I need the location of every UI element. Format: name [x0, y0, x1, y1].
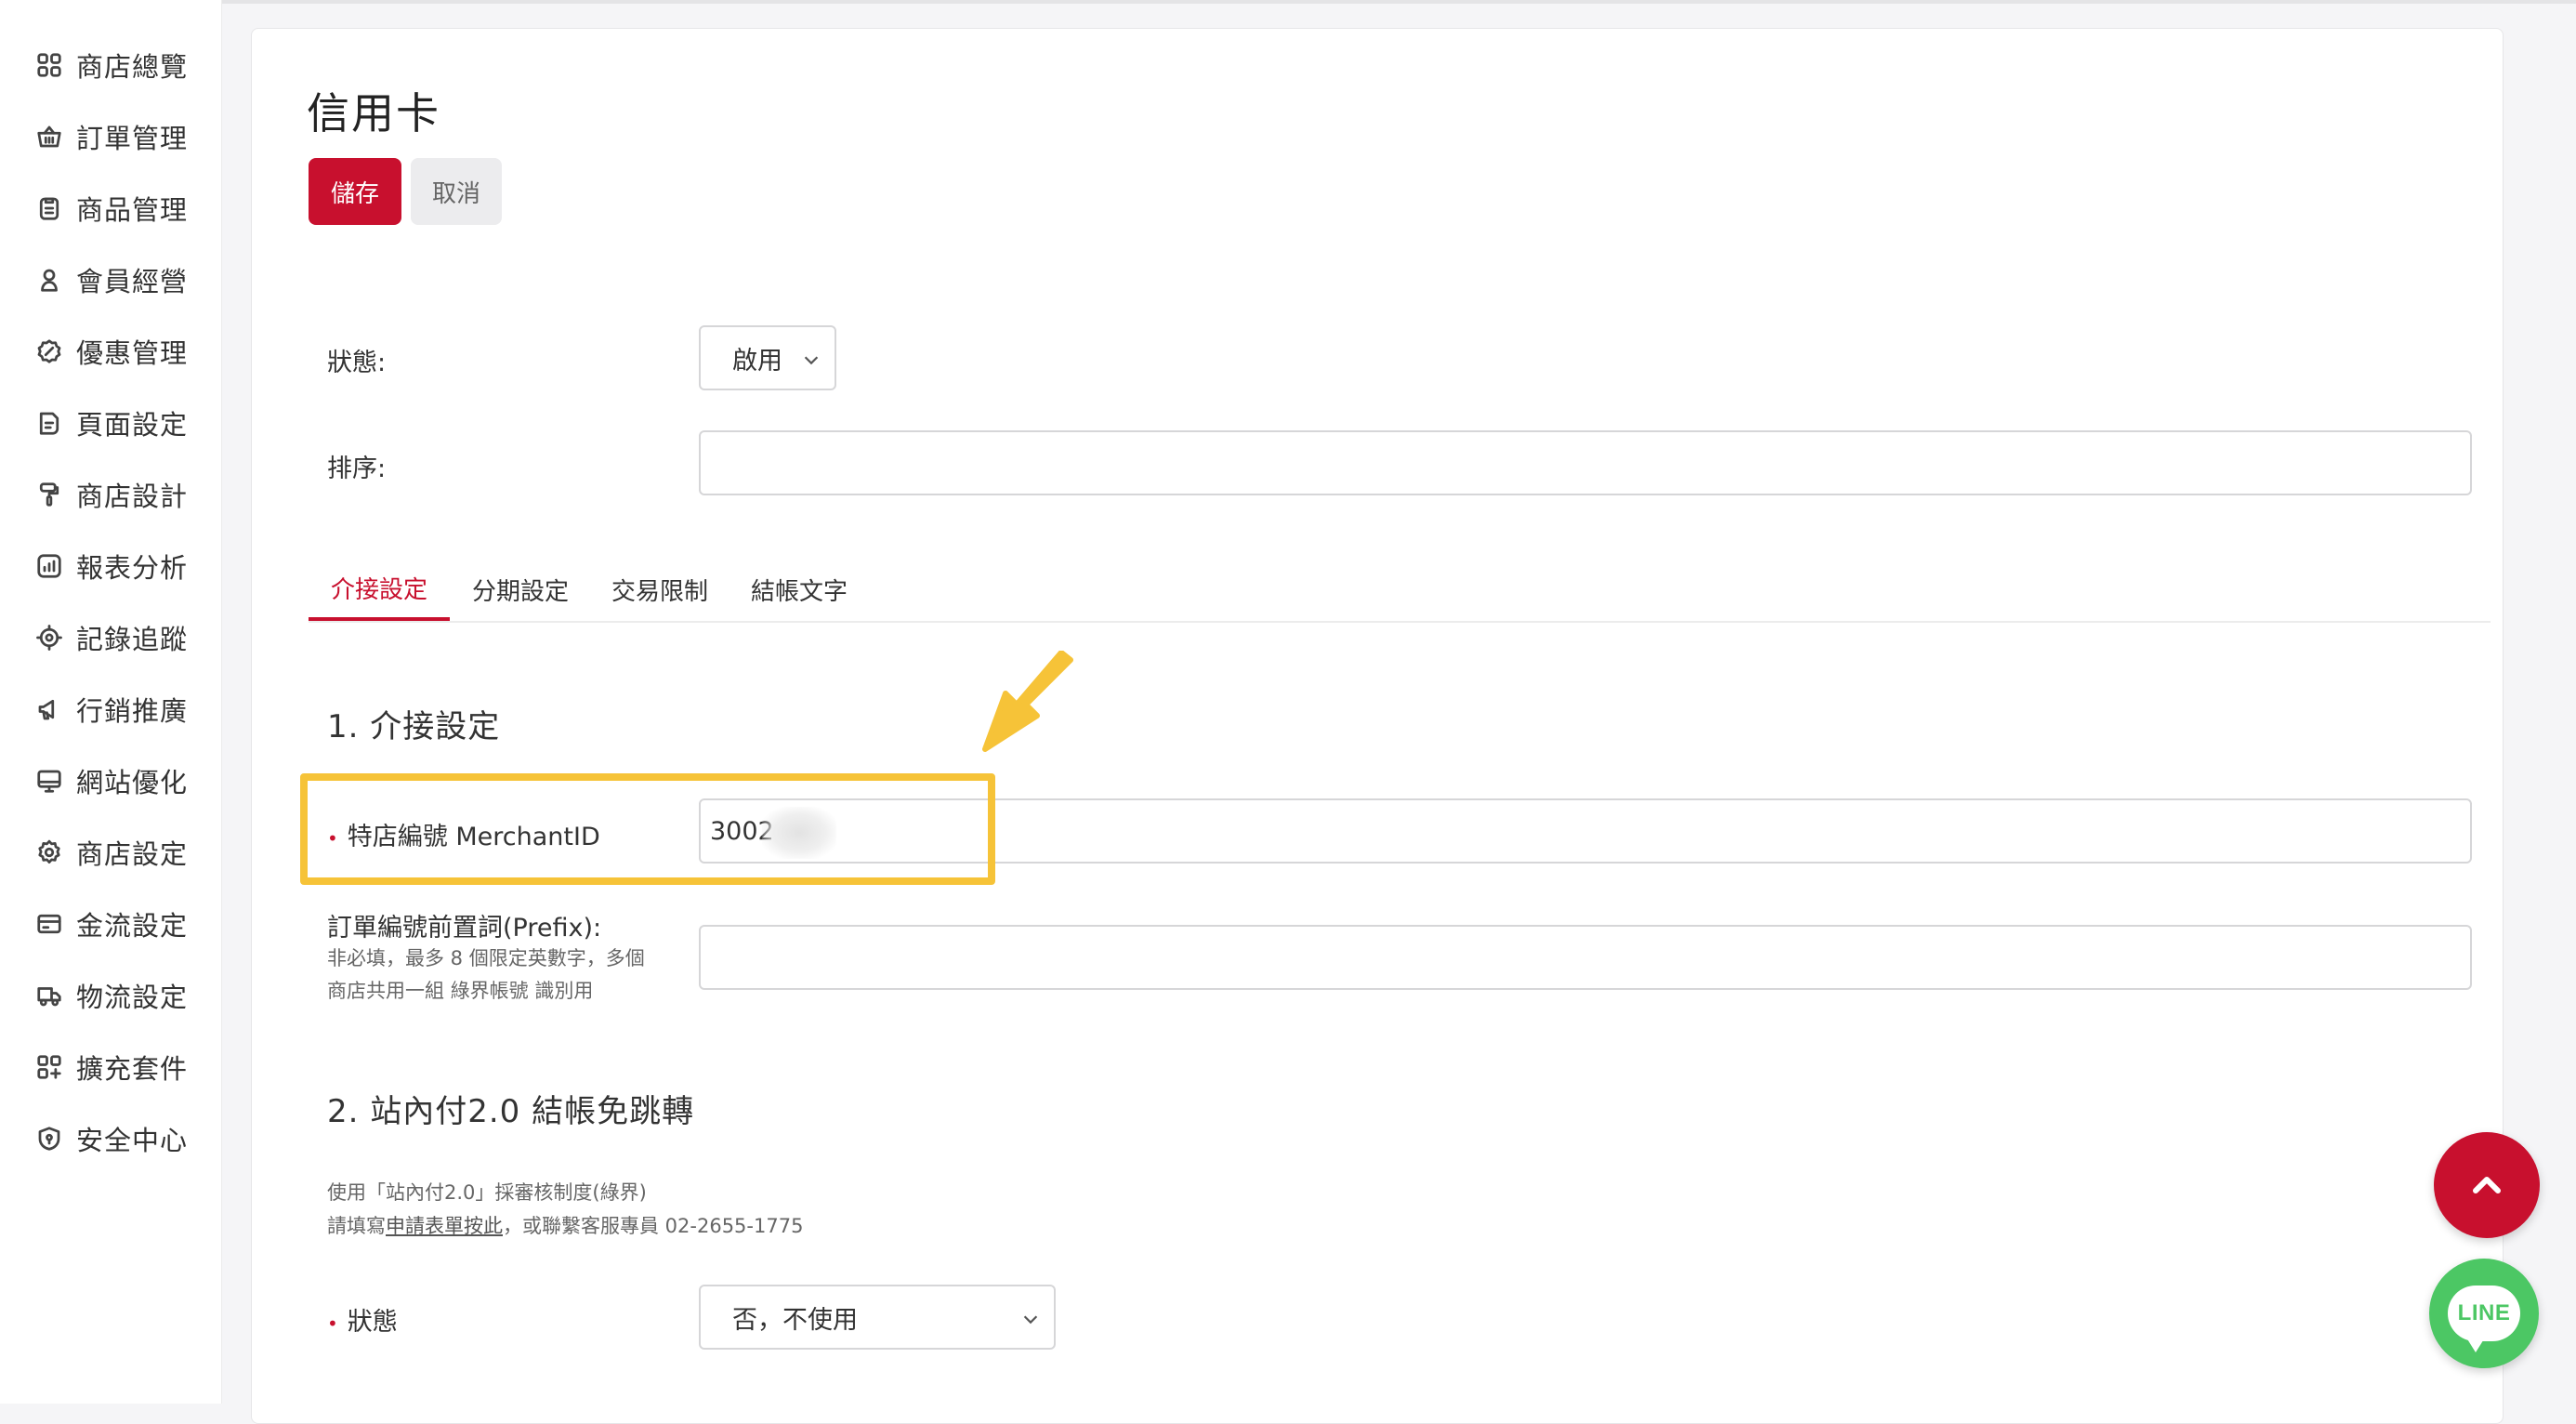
sidebar-item-orders[interactable]: 訂單管理: [33, 111, 188, 163]
sidebar-item-store-settings[interactable]: 商店設定: [33, 826, 188, 878]
sidebar-item-label: 優惠管理: [76, 337, 189, 369]
sidebar-item-security[interactable]: 安全中心: [33, 1113, 188, 1165]
sidebar-item-label: 商店設定: [76, 838, 189, 870]
sidebar-item-label: 商品管理: [76, 194, 189, 226]
page-title: 信用卡: [307, 88, 440, 138]
line-logo-icon: LINE: [2448, 1286, 2520, 1352]
tab-integration[interactable]: 介接設定: [309, 558, 450, 621]
in-site-payment-description-line2: 請填寫申請表單按此，或聯繫客服專員 02-2655-1775: [327, 1210, 803, 1243]
application-form-link[interactable]: 申請表單按此: [386, 1215, 503, 1237]
sidebar-item-label: 安全中心: [76, 1125, 189, 1156]
grid-icon: [33, 49, 65, 81]
truck-icon: [33, 980, 65, 1011]
chevron-down-icon: [1020, 1307, 1041, 1327]
in-site-status-value: 否，不使用: [732, 1305, 858, 1335]
sidebar-item-store-overview[interactable]: 商店總覽: [33, 39, 188, 91]
monitor-icon: [33, 765, 65, 797]
sidebar-item-label: 商店設計: [76, 481, 189, 512]
page-icon: [33, 407, 65, 439]
top-border: [0, 0, 2576, 4]
status-label: 狀態:: [327, 349, 387, 377]
section-title-integration: 1. 介接設定: [327, 708, 501, 745]
plugin-icon: [33, 1051, 65, 1083]
clipboard-icon: [33, 192, 65, 224]
sidebar-item-label: 訂單管理: [76, 123, 189, 154]
sidebar: 商店總覽 訂單管理 商品管理 會員經營 優惠管理 頁面設定 商店設計 報表分析 …: [0, 0, 222, 1404]
status-select[interactable]: 啟用: [699, 325, 836, 390]
tab-checkout-text[interactable]: 結帳文字: [743, 558, 855, 621]
sidebar-item-label: 商店總覽: [76, 51, 189, 83]
in-site-status-label-text: 狀態: [347, 1308, 398, 1337]
scroll-to-top-button[interactable]: [2434, 1132, 2540, 1238]
sidebar-item-label: 頁面設定: [76, 409, 189, 441]
sidebar-item-reports[interactable]: 報表分析: [33, 540, 188, 592]
sidebar-item-products[interactable]: 商品管理: [33, 182, 188, 234]
paint-roller-icon: [33, 479, 65, 510]
sidebar-item-promotions[interactable]: 優惠管理: [33, 325, 188, 377]
sidebar-item-label: 金流設定: [76, 910, 189, 942]
in-site-status-label: • 狀態: [327, 1301, 398, 1338]
save-button[interactable]: 儲存: [309, 158, 401, 225]
status-select-value: 啟用: [732, 346, 782, 376]
sidebar-item-pages[interactable]: 頁面設定: [33, 397, 188, 449]
sidebar-item-store-design[interactable]: 商店設計: [33, 468, 188, 521]
tab-transaction-limits[interactable]: 交易限制: [604, 558, 716, 621]
in-site-status-select[interactable]: 否，不使用: [699, 1285, 1056, 1350]
sidebar-item-label: 會員經營: [76, 266, 189, 297]
settings-tabs: 介接設定 分期設定 交易限制 結帳文字: [309, 558, 2491, 623]
chevron-up-icon: [2473, 1177, 2501, 1193]
sidebar-item-seo[interactable]: 網站優化: [33, 755, 188, 807]
badge-icon: [33, 336, 65, 367]
prefix-help-text-line1: 非必填，最多 8 個限定英數字，多個: [327, 947, 645, 969]
arrow-icon: [982, 651, 1073, 752]
user-icon: [33, 264, 65, 296]
sidebar-item-label: 報表分析: [76, 552, 189, 584]
sidebar-item-marketing[interactable]: 行銷推廣: [33, 683, 188, 735]
sidebar-item-label: 擴充套件: [76, 1053, 189, 1085]
desc-prefix: 請填寫: [327, 1215, 386, 1237]
line-bubble-tail: [2466, 1338, 2485, 1352]
target-icon: [33, 622, 65, 653]
sidebar-item-label: 物流設定: [76, 982, 189, 1013]
sidebar-item-members[interactable]: 會員經營: [33, 254, 188, 306]
chart-icon: [33, 550, 65, 582]
tab-installment[interactable]: 分期設定: [465, 558, 576, 621]
cancel-button[interactable]: 取消: [411, 158, 502, 225]
megaphone-icon: [33, 693, 65, 725]
prefix-help-text-line2: 商店共用一組 綠界帳號 識別用: [327, 980, 594, 1002]
in-site-payment-description-line1: 使用「站內付2.0」採審核制度(綠界): [327, 1181, 647, 1204]
sidebar-item-logistics[interactable]: 物流設定: [33, 969, 188, 1022]
order-input[interactable]: [699, 430, 2472, 495]
sidebar-item-label: 行銷推廣: [76, 695, 189, 727]
sidebar-item-tracking[interactable]: 記錄追蹤: [33, 612, 188, 664]
sidebar-item-label: 網站優化: [76, 767, 189, 798]
gear-icon: [33, 837, 65, 868]
sidebar-item-label: 記錄追蹤: [76, 624, 189, 655]
order-label: 排序:: [327, 455, 387, 483]
line-label: LINE: [2457, 1300, 2511, 1325]
credit-card-icon: [33, 908, 65, 940]
chevron-down-icon: [801, 348, 821, 368]
line-chat-button[interactable]: LINE: [2429, 1259, 2539, 1368]
sidebar-item-extensions[interactable]: 擴充套件: [33, 1041, 188, 1093]
required-marker: •: [327, 1312, 338, 1335]
sidebar-item-payment[interactable]: 金流設定: [33, 898, 188, 950]
basket-icon: [33, 121, 65, 152]
desc-suffix: ，或聯繫客服專員 02-2655-1775: [503, 1215, 804, 1237]
shield-icon: [33, 1123, 65, 1154]
prefix-label: 訂單編號前置詞(Prefix):: [327, 914, 602, 943]
section-title-in-site-payment: 2. 站內付2.0 結帳免跳轉: [327, 1093, 695, 1130]
highlight-box: [300, 773, 995, 885]
prefix-input[interactable]: [699, 925, 2472, 990]
